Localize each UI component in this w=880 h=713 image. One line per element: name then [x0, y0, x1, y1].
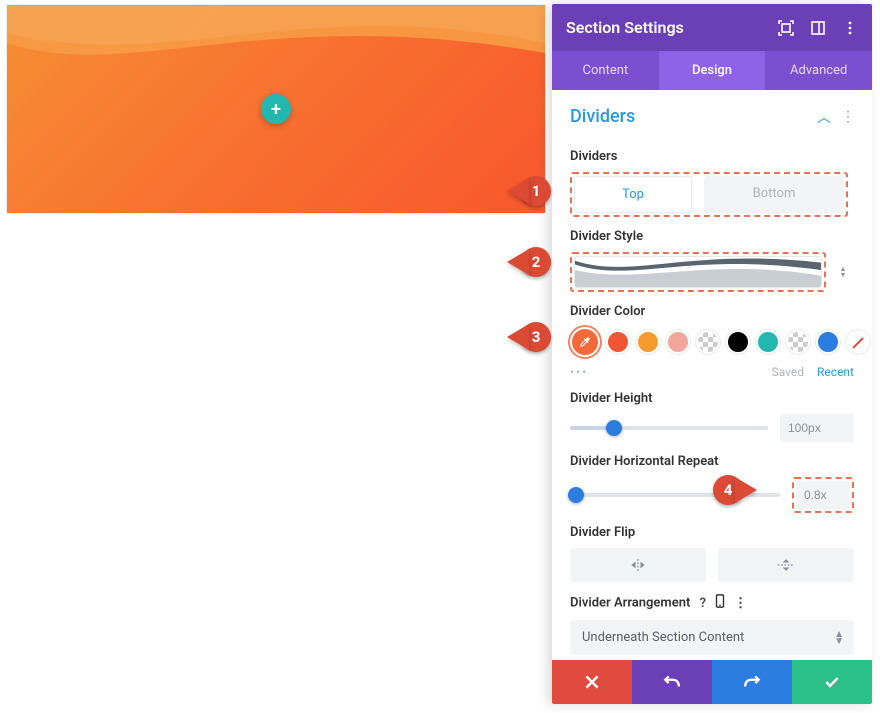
swatch-3[interactable] [666, 330, 690, 354]
tab-content[interactable]: Content [552, 51, 659, 90]
swatch-saved-tab[interactable]: Saved [772, 365, 804, 379]
swatch-5[interactable] [726, 330, 750, 354]
callout-3: 3 [507, 322, 551, 352]
swatch-6[interactable] [756, 330, 780, 354]
panel-title: Section Settings [566, 18, 684, 37]
save-button[interactable] [792, 660, 872, 704]
settings-panel: Section Settings Cont [552, 4, 872, 704]
label-divider-style: Divider Style [570, 229, 854, 244]
swatch-4[interactable] [696, 330, 720, 354]
callout-2: 2 [507, 247, 551, 277]
help-icon[interactable]: ? [700, 596, 706, 611]
tab-design[interactable]: Design [659, 51, 766, 90]
eyedropper-icon [572, 329, 598, 355]
swatch-more-icon[interactable]: ••• [570, 365, 588, 379]
color-swatches [570, 327, 854, 357]
label-divider-flip: Divider Flip [570, 525, 854, 540]
panel-header: Section Settings [552, 4, 872, 51]
tabs: Content Design Advanced [552, 51, 872, 90]
divider-bottom-toggle[interactable]: Bottom [704, 176, 844, 213]
divider-repeat-slider[interactable] [570, 493, 780, 497]
divider-style-caret[interactable]: ▲▼ [832, 256, 854, 288]
expand-icon[interactable] [778, 20, 794, 36]
collapse-section-icon[interactable]: ︿ [817, 107, 831, 127]
divider-top-toggle[interactable]: Top [574, 176, 692, 213]
flip-vertical-button[interactable] [718, 548, 854, 582]
swatch-1[interactable] [606, 330, 630, 354]
swatch-2[interactable] [636, 330, 660, 354]
cancel-button[interactable] [552, 660, 632, 704]
swatch-7[interactable] [786, 330, 810, 354]
divider-height-slider[interactable] [570, 426, 768, 430]
slider-knob[interactable] [606, 420, 622, 436]
arrangement-value: Underneath Section Content [582, 630, 744, 645]
slider-knob[interactable] [568, 487, 584, 503]
panel-footer [552, 660, 872, 704]
tab-advanced[interactable]: Advanced [765, 51, 872, 90]
chevron-updown-icon: ▲▼ [834, 631, 842, 645]
panel-menu-icon[interactable] [842, 20, 858, 36]
undo-button[interactable] [632, 660, 712, 704]
divider-arrangement-select[interactable]: Underneath Section Content ▲▼ [570, 620, 854, 655]
flip-horizontal-button[interactable] [570, 548, 706, 582]
divider-repeat-input[interactable] [796, 481, 850, 509]
swatch-8[interactable] [816, 330, 840, 354]
label-divider-height: Divider Height [570, 391, 854, 406]
swatch-none[interactable] [846, 330, 870, 354]
section-menu-icon[interactable]: ⋮ [841, 109, 854, 125]
divider-height-input[interactable] [780, 414, 854, 442]
color-picker-swatch[interactable] [570, 327, 600, 357]
section-title: Dividers [570, 106, 635, 127]
redo-button[interactable] [712, 660, 792, 704]
swatch-recent-tab[interactable]: Recent [817, 365, 854, 379]
label-divider-repeat: Divider Horizontal Repeat [570, 454, 854, 469]
panel-body[interactable]: Dividers ︿ ⋮ Dividers Top Bottom Divider… [552, 90, 872, 660]
dock-icon[interactable] [810, 20, 826, 36]
label-divider-color: Divider Color [570, 304, 854, 319]
responsive-icon[interactable] [714, 594, 726, 612]
field-menu-icon[interactable]: ⋮ [734, 596, 747, 611]
label-divider-arrangement: Divider Arrangement ? ⋮ [570, 594, 854, 612]
label-dividers: Dividers [570, 149, 854, 164]
section-preview[interactable]: + [6, 4, 546, 214]
divider-style-select[interactable] [574, 256, 822, 288]
wave-divider [7, 4, 545, 83]
add-section-button[interactable]: + [261, 94, 291, 124]
